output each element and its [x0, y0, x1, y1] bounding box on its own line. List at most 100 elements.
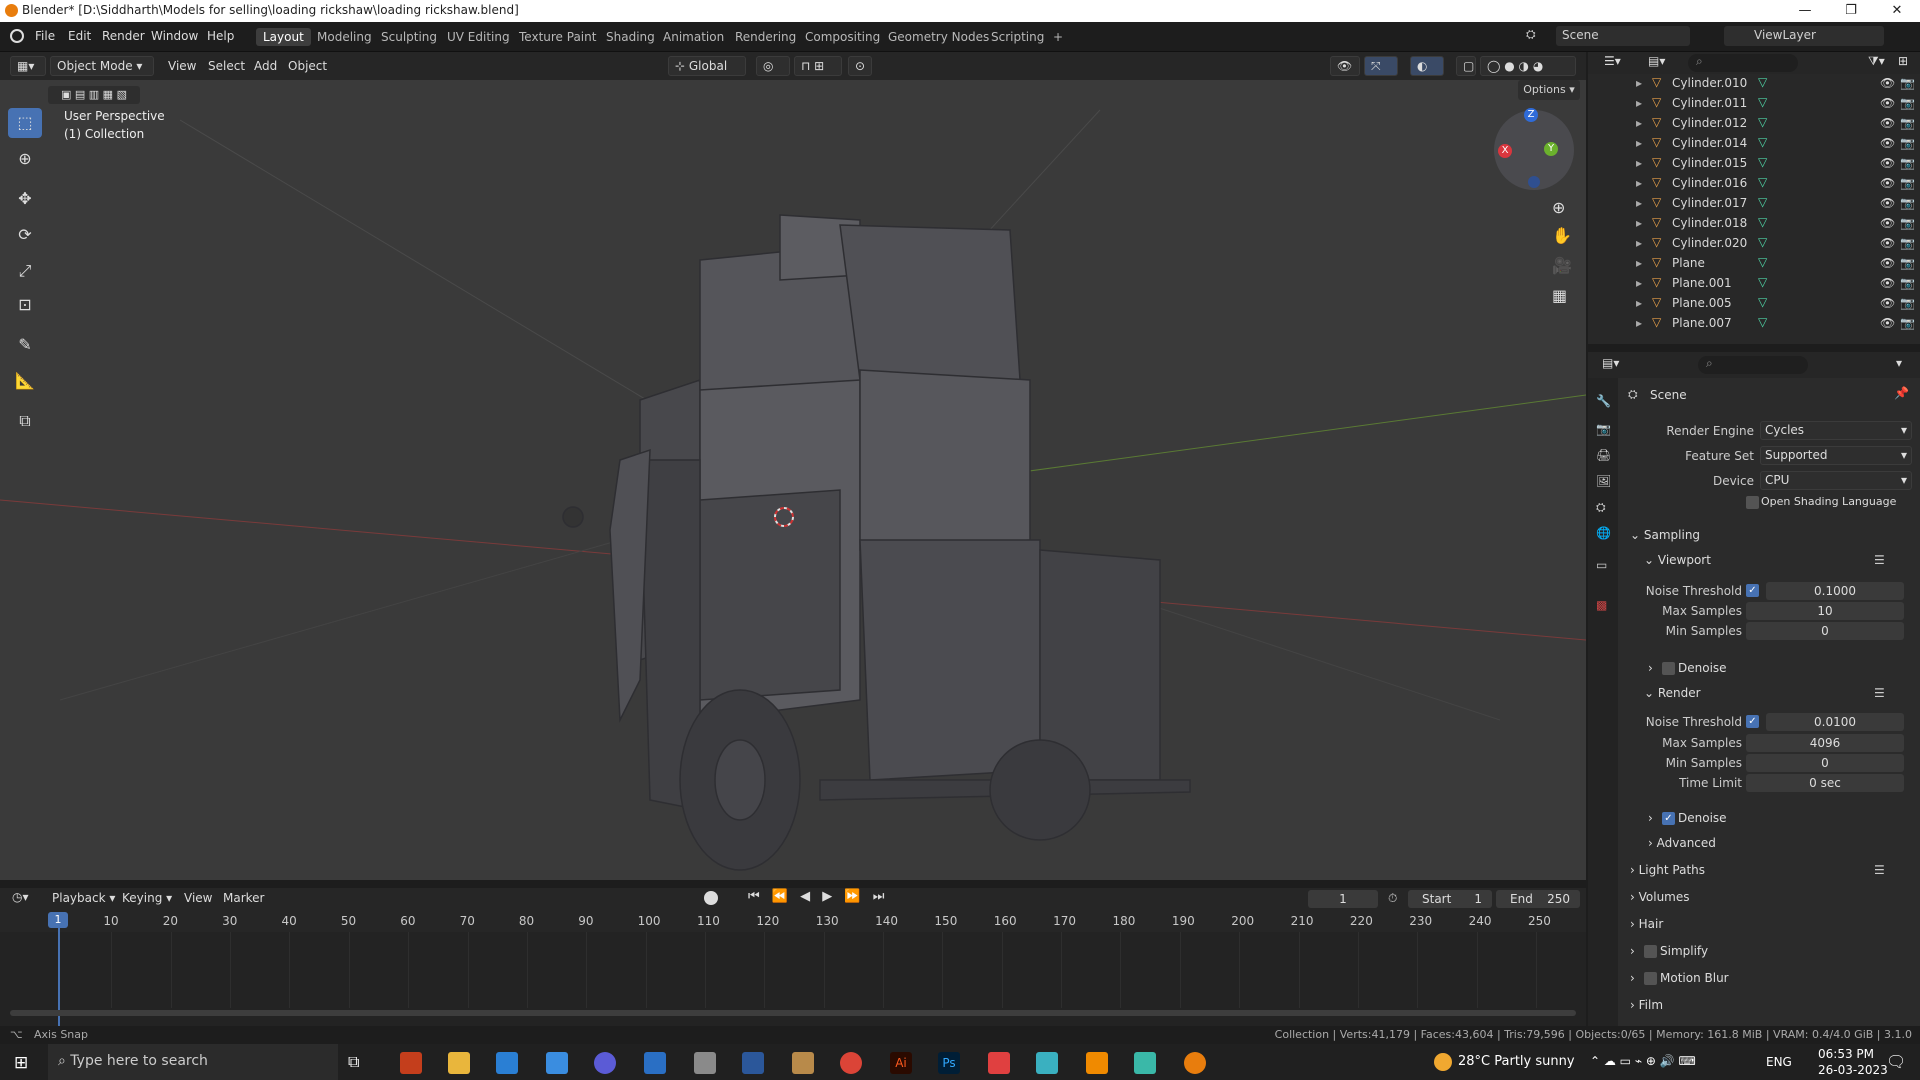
render-camera-icon[interactable]: 📷 [1900, 156, 1915, 170]
preview-range-icon[interactable]: ⏱ [1388, 891, 1397, 906]
new-collection-icon[interactable]: ⊞ [1898, 54, 1908, 68]
tab-compositing[interactable]: Compositing [798, 28, 887, 46]
word-icon[interactable] [742, 1052, 764, 1074]
osl-checkbox[interactable] [1746, 496, 1759, 509]
light-paths-section[interactable]: › Light Paths [1630, 863, 1705, 877]
xray-icon[interactable]: ▢ [1456, 56, 1476, 76]
outliner-editor-icon[interactable]: ☰▾ [1604, 54, 1621, 68]
pin-icon[interactable]: 📌 [1894, 386, 1909, 400]
menu-render[interactable]: Render [102, 29, 145, 43]
vp-denoise-subsection[interactable]: › [1648, 661, 1653, 675]
render-camera-icon[interactable]: 📷 [1900, 276, 1915, 290]
mesh-data-icon[interactable]: ▽ [1758, 155, 1767, 169]
advanced-subsection[interactable]: › Advanced [1648, 836, 1716, 850]
options-dropdown[interactable]: Options ▾ [1518, 80, 1580, 100]
texture-tab-icon[interactable]: ▩ [1596, 598, 1607, 612]
menu-file[interactable]: File [35, 29, 55, 43]
outliner[interactable]: ▸ ▽ Cylinder.010 ▽ 👁 📷 ▸ ▽ Cylinder.011 ▽ 👁 📷 ▸ ▽ Cyli… [1588, 74, 1920, 344]
task-view-icon[interactable]: ⧉ [348, 1052, 370, 1074]
tab-geometry-nodes[interactable]: Geometry Nodes [881, 28, 996, 46]
gizmo-z-axis[interactable]: Z [1524, 108, 1538, 122]
vp-max-samples-field[interactable]: 10 [1746, 602, 1904, 620]
render-subsection[interactable]: ⌄ Render [1644, 686, 1701, 700]
render-camera-icon[interactable]: 📷 [1900, 136, 1915, 150]
chrome-icon[interactable] [840, 1052, 862, 1074]
scene-tab-icon[interactable]: ⛭ [1596, 500, 1606, 515]
volumes-section[interactable]: › Volumes [1630, 890, 1690, 904]
mesh-data-icon[interactable]: ▽ [1758, 275, 1767, 289]
visibility-eye-icon[interactable]: 👁 [1880, 196, 1895, 210]
tray-icons[interactable]: ⌃ ☁ ▭ ⌁ ⊕ 🔊 ⌨ [1590, 1054, 1696, 1068]
tab-layout[interactable]: Layout [256, 28, 311, 46]
render-camera-icon[interactable]: 📷 [1900, 116, 1915, 130]
pan-hand-icon[interactable]: ✋ [1552, 226, 1572, 245]
outliner-item[interactable]: ▸ ▽ Cylinder.010 ▽ 👁 📷 [1588, 74, 1920, 94]
r-max-samples-field[interactable]: 4096 [1746, 734, 1904, 752]
outliner-item[interactable]: ▸ ▽ Cylinder.014 ▽ 👁 📷 [1588, 134, 1920, 154]
feature-set-dropdown[interactable]: Supported ▾ [1760, 446, 1912, 465]
app-icon-4[interactable] [792, 1052, 814, 1074]
scene-selector[interactable]: Scene [1556, 26, 1690, 46]
app-icon-2[interactable] [644, 1052, 666, 1074]
current-frame-field[interactable]: 1 [1308, 890, 1378, 908]
selection-mode-buttons[interactable]: ▣ ▤ ▥ ▦ ▧ [48, 86, 140, 104]
clock-date[interactable]: 26-03-2023 [1818, 1063, 1888, 1077]
r-min-samples-field[interactable]: 0 [1746, 754, 1904, 772]
gizmo-neg-z[interactable] [1528, 176, 1540, 188]
r-noise-threshold-field[interactable]: 0.0100 [1766, 713, 1904, 731]
vp-noise-threshold-field[interactable]: 0.1000 [1766, 582, 1904, 600]
expand-arrow-icon[interactable]: ▸ [1636, 256, 1642, 270]
app-icon-7[interactable] [1134, 1052, 1156, 1074]
taskbar-search-input[interactable]: ⌕ Type here to search [48, 1044, 338, 1080]
illustrator-icon[interactable]: Ai [890, 1052, 912, 1074]
store-icon[interactable] [546, 1052, 568, 1074]
expand-arrow-icon[interactable]: ▸ [1636, 76, 1642, 90]
vp-min-samples-field[interactable]: 0 [1746, 622, 1904, 640]
outliner-search-input[interactable]: ⌕ [1688, 54, 1798, 72]
close-icon[interactable]: ✕ [1874, 0, 1920, 22]
expand-arrow-icon[interactable]: ▸ [1636, 96, 1642, 110]
zoom-icon[interactable]: ⊕ [1552, 198, 1565, 217]
expand-arrow-icon[interactable]: ▸ [1636, 216, 1642, 230]
tab-uv-editing[interactable]: UV Editing [440, 28, 517, 46]
outliner-item[interactable]: ▸ ▽ Cylinder.017 ▽ 👁 📷 [1588, 194, 1920, 214]
shading-mode-icons[interactable]: ◯ ● ◑ ◕ [1480, 56, 1576, 76]
weather-text[interactable]: 28°C Partly sunny [1458, 1054, 1575, 1069]
render-camera-icon[interactable]: 📷 [1900, 76, 1915, 90]
visibility-eye-icon[interactable]: 👁 [1880, 176, 1895, 190]
app-icon-5[interactable] [988, 1052, 1010, 1074]
timeline-editor-icon[interactable]: ◷▾ [12, 890, 29, 904]
minimize-icon[interactable]: — [1782, 0, 1828, 22]
3d-viewport[interactable]: User Perspective (1) Collection Options … [0, 80, 1586, 880]
expand-arrow-icon[interactable]: ▸ [1636, 316, 1642, 330]
tab-sculpting[interactable]: Sculpting [374, 28, 444, 46]
expand-arrow-icon[interactable]: ▸ [1636, 116, 1642, 130]
camera-view-icon[interactable]: 🎥 [1552, 256, 1572, 275]
expand-arrow-icon[interactable]: ▸ [1636, 296, 1642, 310]
add-cube-tool-icon[interactable]: ⧉ [8, 406, 42, 436]
visibility-eye-icon[interactable]: 👁 [1880, 76, 1895, 90]
timeline-scrollbar[interactable] [10, 1010, 1576, 1016]
rotate-tool-icon[interactable]: ⟳ [8, 220, 42, 250]
maximize-icon[interactable]: ❐ [1828, 0, 1874, 22]
film-section[interactable]: › Film [1630, 998, 1663, 1012]
render-camera-icon[interactable]: 📷 [1900, 236, 1915, 250]
viewport-menu-object[interactable]: Object [288, 59, 327, 73]
blender-taskbar-icon[interactable] [1184, 1052, 1206, 1074]
app-icon-6[interactable] [1036, 1052, 1058, 1074]
simplify-checkbox[interactable] [1644, 945, 1657, 958]
tab-texture-paint[interactable]: Texture Paint [512, 28, 603, 46]
select-box-tool-icon[interactable]: ⬚ [8, 108, 42, 138]
tab-animation[interactable]: Animation [656, 28, 731, 46]
move-tool-icon[interactable]: ✥ [8, 184, 42, 214]
gizmo-y-axis[interactable]: Y [1544, 142, 1558, 156]
gizmo-x-axis[interactable]: X [1498, 144, 1512, 158]
render-camera-icon[interactable]: 📷 [1900, 296, 1915, 310]
mesh-data-icon[interactable]: ▽ [1758, 175, 1767, 189]
visibility-eye-icon[interactable]: 👁 [1880, 136, 1895, 150]
snap-icon[interactable]: ⊓ ⊞ [794, 56, 842, 76]
visibility-eye-icon[interactable]: 👁 [1880, 236, 1895, 250]
expand-arrow-icon[interactable]: ▸ [1636, 236, 1642, 250]
menu-window[interactable]: Window [151, 29, 198, 43]
mesh-data-icon[interactable]: ▽ [1758, 95, 1767, 109]
